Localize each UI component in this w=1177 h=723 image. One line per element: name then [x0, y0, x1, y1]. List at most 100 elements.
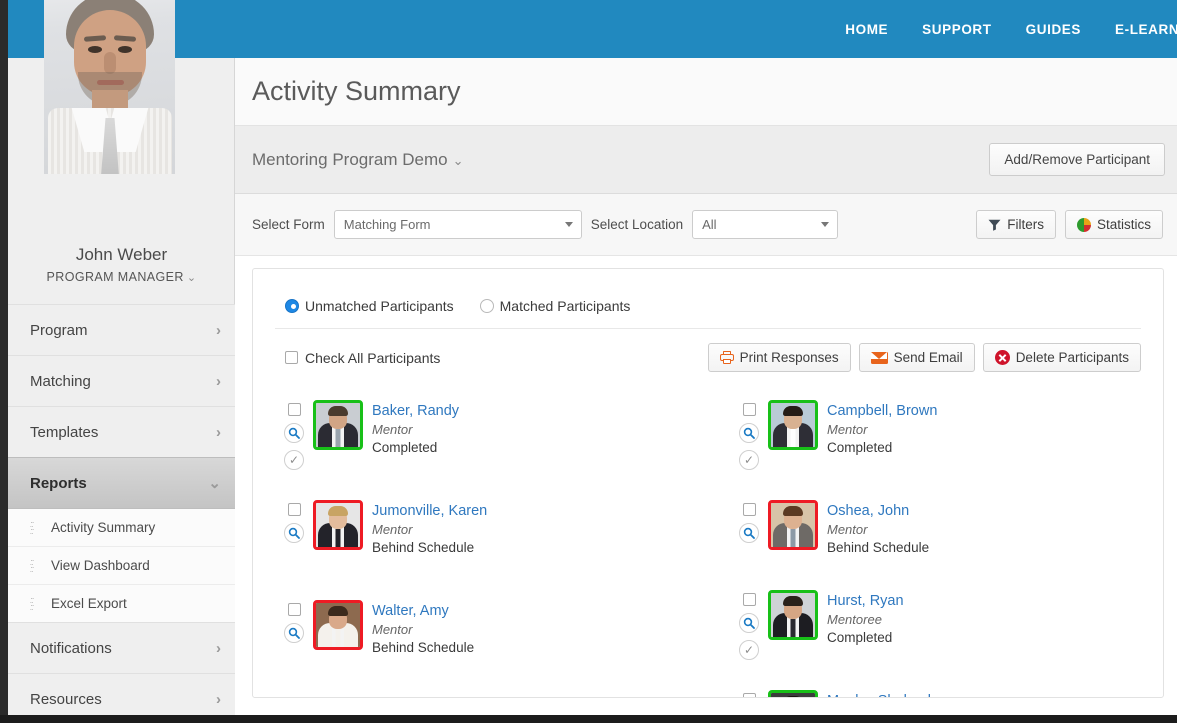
participant-name-link[interactable]: Oshea, John [827, 501, 929, 521]
top-navigation: HOME SUPPORT GUIDES E-LEARNING [845, 0, 1177, 58]
select-form-dropdown[interactable]: Matching Form [333, 210, 582, 239]
send-email-button[interactable]: Send Email [858, 343, 975, 372]
select-form-label: Select Form [252, 217, 325, 232]
nav-link-guides[interactable]: GUIDES [1026, 22, 1081, 37]
participant-checkbox[interactable] [287, 403, 301, 416]
check-circle-icon[interactable]: ✓ [739, 640, 759, 660]
check-circle-icon[interactable]: ✓ [739, 450, 759, 470]
participant-meta: Oshea, John Mentor Behind Schedule [827, 500, 929, 588]
participant-avatar[interactable] [768, 400, 818, 450]
check-all-participants[interactable]: Check All Participants [285, 350, 440, 366]
participant-role: Mentor [372, 622, 413, 637]
participant-checkbox[interactable] [287, 603, 301, 616]
select-location-dropdown[interactable]: All [692, 210, 839, 239]
nav-link-elearning[interactable]: E-LEARNING [1115, 22, 1177, 37]
participant-meta: Hurst, Ryan Mentoree Completed [827, 590, 904, 688]
participant-meta: Walter, Amy Mentor Behind Schedule [372, 600, 474, 688]
sidebar-subitem-label: Excel Export [51, 596, 127, 611]
participant-controls [284, 500, 304, 588]
search-icon[interactable] [284, 523, 304, 543]
sidebar-item-view-dashboard[interactable]: :::: View Dashboard [8, 547, 235, 585]
sidebar-item-program[interactable]: Program › [8, 304, 235, 356]
participants-column-right: ✓ Campbell, Brown Mentor Completed Oshea, Jo… [708, 388, 1163, 697]
program-name-label: Mentoring Program Demo [252, 149, 448, 169]
main-content: Activity Summary Mentoring Program Demo ⌄… [235, 58, 1177, 715]
participant-checkbox[interactable] [742, 403, 756, 416]
participant-name-link[interactable]: Meeks, Shelonda [827, 691, 939, 697]
participant-controls: ✓ [739, 590, 759, 688]
program-selector[interactable]: Mentoring Program Demo ⌄ [252, 150, 463, 170]
sidebar-item-matching[interactable]: Matching › [8, 355, 235, 407]
filters-button-label: Filters [1007, 217, 1044, 232]
print-responses-button[interactable]: Print Responses [707, 343, 851, 372]
statistics-button-label: Statistics [1096, 217, 1151, 232]
chevron-right-icon: › [216, 372, 221, 390]
nav-link-home[interactable]: HOME [845, 22, 888, 37]
participant-avatar[interactable] [313, 600, 363, 650]
participant-controls [739, 690, 759, 697]
search-icon[interactable] [739, 523, 759, 543]
delete-circle-icon [994, 350, 1010, 365]
radio-unmatched-participants[interactable]: Unmatched Participants [285, 298, 454, 314]
participant-checkbox[interactable] [287, 503, 301, 516]
chevron-right-icon: › [216, 690, 221, 708]
drag-handle-icon: :::: [30, 594, 34, 612]
send-email-label: Send Email [893, 350, 963, 365]
participant-avatar[interactable] [768, 590, 818, 640]
participant-avatar[interactable] [768, 690, 818, 697]
sidebar-nav: Program › Matching › Templates › Reports… [8, 304, 235, 723]
print-responses-label: Print Responses [739, 350, 839, 365]
chevron-down-icon: ⌄ [186, 272, 197, 284]
participant-name-link[interactable]: Jumonville, Karen [372, 501, 487, 521]
radio-unmatched-label: Unmatched Participants [305, 297, 454, 314]
app-root: HOME SUPPORT GUIDES E-LEARNING MENTORING… [0, 0, 1177, 723]
chevron-down-icon [821, 222, 830, 227]
add-remove-participant-button[interactable]: Add/Remove Participant [989, 143, 1165, 176]
sidebar-item-reports[interactable]: Reports ⌄ [8, 457, 235, 509]
participant-role: Mentor [372, 422, 413, 437]
sidebar-item-notifications[interactable]: Notifications › [8, 622, 235, 674]
delete-participants-label: Delete Participants [1015, 350, 1129, 365]
participant-avatar[interactable] [313, 400, 363, 450]
radio-icon [479, 298, 494, 313]
search-icon[interactable] [739, 423, 759, 443]
sidebar-item-activity-summary[interactable]: :::: Activity Summary [8, 509, 235, 547]
radio-matched-participants[interactable]: Matched Participants [479, 298, 630, 314]
printer-icon [719, 351, 734, 364]
check-circle-icon[interactable]: ✓ [284, 450, 304, 470]
select-form-value: Matching Form [343, 217, 431, 232]
check-all-label: Check All Participants [305, 349, 441, 366]
participant-checkbox[interactable] [742, 693, 756, 697]
participant-name-link[interactable]: Baker, Randy [372, 401, 459, 421]
select-location-value: All [702, 217, 717, 232]
sidebar-item-excel-export[interactable]: :::: Excel Export [8, 585, 235, 623]
funnel-icon [988, 219, 1001, 231]
participant-name-link[interactable]: Campbell, Brown [827, 401, 937, 421]
search-icon[interactable] [284, 423, 304, 443]
profile-role[interactable]: PROGRAM MANAGER ⌄ [8, 270, 235, 284]
chevron-down-icon: ⌄ [452, 152, 464, 168]
search-icon[interactable] [739, 613, 759, 633]
participant-status: Completed [372, 440, 438, 455]
participant-card: ✓ Campbell, Brown Mentor Completed [708, 388, 1163, 488]
participant-checkbox[interactable] [742, 503, 756, 516]
search-icon[interactable] [284, 623, 304, 643]
participant-meta: Meeks, ShelondaMentoree [827, 690, 939, 697]
participant-avatar[interactable] [313, 500, 363, 550]
participant-card: Meeks, ShelondaMentoree [708, 688, 1163, 697]
statistics-button[interactable]: Statistics [1064, 210, 1163, 239]
participant-name-link[interactable]: Hurst, Ryan [827, 591, 904, 611]
participant-name-link[interactable]: Walter, Amy [372, 601, 474, 621]
participant-controls [284, 600, 304, 688]
participant-avatar[interactable] [768, 500, 818, 550]
nav-link-support[interactable]: SUPPORT [922, 22, 991, 37]
delete-participants-button[interactable]: Delete Participants [982, 343, 1141, 372]
participant-card: Walter, Amy Mentor Behind Schedule [253, 588, 708, 688]
participant-status: Completed [827, 630, 893, 645]
filters-button[interactable]: Filters [976, 210, 1056, 239]
participant-checkbox[interactable] [742, 593, 756, 606]
sidebar-subitem-label: View Dashboard [51, 558, 150, 573]
avatar [44, 0, 175, 174]
participant-card: Oshea, John Mentor Behind Schedule [708, 488, 1163, 588]
sidebar-item-templates[interactable]: Templates › [8, 406, 235, 458]
